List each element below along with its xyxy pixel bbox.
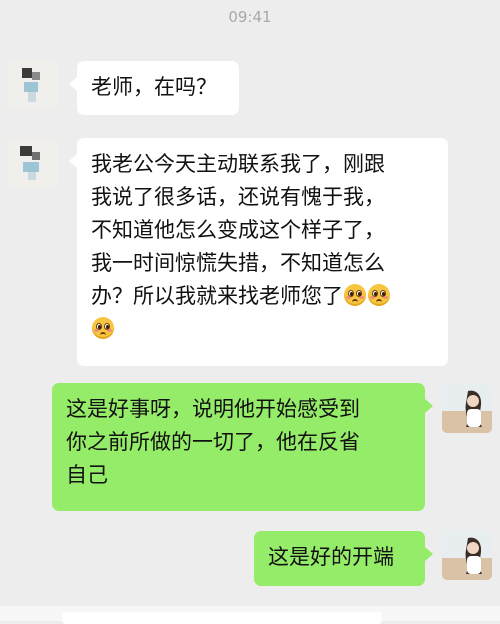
contact-avatar[interactable] (8, 60, 58, 110)
message-bubble-outgoing[interactable]: 这是好事呀，说明他开始感受到 你之前所做的一切了，他在反省 自己 (52, 383, 433, 511)
pleading-face-emoji-icon (344, 284, 366, 306)
message-text: 老师，在吗？ (91, 75, 217, 99)
message-input[interactable] (62, 612, 382, 624)
pleading-face-emoji-icon (368, 284, 390, 306)
message-line: 我老公今天主动联系我了，刚跟 (91, 152, 385, 176)
message-text: 这是好的开端 (268, 545, 394, 569)
user-avatar[interactable] (442, 383, 492, 433)
user-avatar[interactable] (442, 530, 492, 580)
pleading-face-emoji-icon (92, 317, 114, 339)
message-line: 不知道他怎么变成这个样子了， (91, 218, 385, 242)
message-line: 我说了很多话，还说有愧于我， (91, 185, 385, 209)
message-line: 办？所以我就来找老师您了 (91, 284, 343, 308)
message-line: 你之前所做的一切了，他在反省 (66, 430, 360, 454)
message-line: 我一时间惊慌失措，不知道怎么 (91, 251, 385, 275)
user-photo-icon (442, 530, 492, 580)
message-line: 这是好事呀，说明他开始感受到 (66, 397, 360, 421)
message-bubble-outgoing[interactable]: 这是好的开端 (254, 531, 433, 586)
user-photo-icon (442, 383, 492, 433)
status-bar-time: 09:41 (228, 8, 272, 26)
message-line: 自己 (66, 463, 108, 487)
contact-avatar[interactable] (8, 138, 58, 188)
message-bubble-incoming[interactable]: 我老公今天主动联系我了，刚跟 我说了很多话，还说有愧于我， 不知道他怎么变成这个… (69, 138, 448, 366)
message-bubble-incoming[interactable]: 老师，在吗？ (69, 61, 239, 115)
